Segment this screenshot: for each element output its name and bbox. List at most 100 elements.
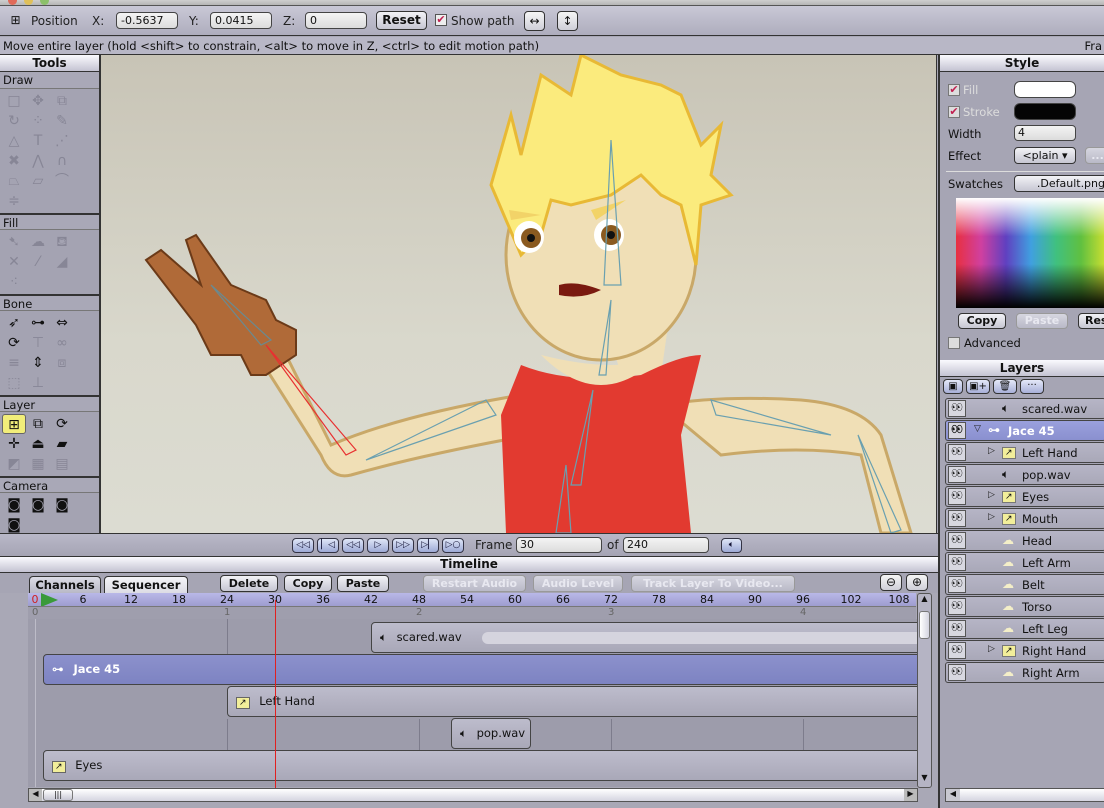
flip-vertical-button[interactable]: ↕ [557, 11, 578, 31]
create-shape-tool-icon[interactable]: ☁ [26, 232, 50, 252]
expand-triangle-icon[interactable]: ▷ [988, 512, 995, 522]
layer-row-pop-wav[interactable]: 👀︎ 🔈︎ pop.wav [945, 464, 1104, 485]
total-frames-input[interactable]: 240 [623, 537, 709, 553]
playhead[interactable] [275, 600, 276, 788]
layer-visibility-eye-icon[interactable]: 👀︎ [948, 598, 966, 615]
select-bone-tool-icon[interactable]: ➶ [2, 313, 26, 333]
layer-visibility-eye-icon[interactable]: 👀︎ [948, 576, 966, 593]
layer-row-mouth[interactable]: 👀︎ ▷ ↗ Mouth [945, 508, 1104, 529]
audio-toggle-button[interactable]: 🔈︎ [721, 538, 742, 553]
line-width-tool-icon[interactable]: ◢ [50, 252, 74, 272]
layer-visibility-eye-icon[interactable]: 👀︎ [948, 422, 966, 439]
flip-horizontal-button[interactable]: ↔ [524, 11, 545, 31]
scroll-down-arrow-icon[interactable]: ▼ [918, 773, 931, 785]
translate-layer-tool-icon[interactable]: ⊞ [2, 414, 26, 434]
shape-tool-icon[interactable]: △ [2, 131, 26, 151]
shear-layer-tool-icon[interactable]: ▰ [50, 434, 74, 454]
x-position-input[interactable]: -0.5637 [116, 12, 178, 29]
delete-button[interactable]: Delete [220, 575, 278, 592]
duplicate-layer-button[interactable]: ▣+ [966, 379, 990, 394]
expand-triangle-icon[interactable]: ▷ [988, 446, 995, 456]
particle-layer-tool-icon[interactable]: ▦ [26, 454, 50, 474]
rotate-points-tool-icon[interactable]: ↻ [2, 111, 26, 131]
timeline-vertical-scrollbar[interactable]: ▲ ▼ [917, 593, 932, 788]
expand-triangle-icon[interactable]: ▷ [988, 644, 995, 654]
roll-camera-tool-icon[interactable]: ◙ [50, 495, 74, 515]
rotate-layer-z-tool-icon[interactable]: ⟳ [50, 414, 74, 434]
paste-button[interactable]: Paste [337, 575, 389, 592]
audio-level-button[interactable]: Audio Level [533, 575, 623, 592]
style-copy-button[interactable]: Copy [958, 313, 1006, 329]
layer-row-belt[interactable]: 👀︎ ☁ Belt [945, 574, 1104, 595]
minimize-window-button[interactable] [24, 0, 33, 5]
timeline-zoom-out-button[interactable]: ⊖ [880, 574, 902, 591]
style-reset-button[interactable]: Res [1078, 313, 1104, 329]
y-position-input[interactable]: 0.0415 [210, 12, 272, 29]
track-camera-tool-icon[interactable]: ◙ [2, 495, 26, 515]
layer-row-jace-45[interactable]: 👀︎ ▽ ⊶ Jace 45 [945, 420, 1104, 441]
set-origin-tool-icon[interactable]: ✛ [2, 434, 26, 454]
stroke-checkbox[interactable]: ✔ [948, 106, 960, 118]
stroke-color-swatch[interactable] [1014, 103, 1076, 120]
bind-layer-tool-icon[interactable]: ⧈ [50, 353, 74, 373]
delete-edge-tool-icon[interactable]: ✖ [2, 151, 26, 171]
fast-forward-to-end-button[interactable]: ▷○ [442, 538, 464, 553]
layer-row-eyes[interactable]: 👀︎ ▷ ↗ Eyes [945, 486, 1104, 507]
pencil-tool-icon[interactable]: ✎ [50, 111, 74, 131]
play-button[interactable]: ▷ [367, 538, 389, 553]
magnet-tool-icon[interactable]: ∩ [50, 151, 74, 171]
pan-tilt-camera-tool-icon[interactable]: ◙ [2, 515, 26, 535]
perspective-tool-icon[interactable]: ⏢ [2, 171, 26, 191]
rotate-bone-tool-icon[interactable]: ⟳ [2, 333, 26, 353]
rotate-layer-xy-tool-icon[interactable]: ⏏ [26, 434, 50, 454]
scroll-up-arrow-icon[interactable]: ▲ [918, 594, 931, 608]
reparent-bone-tool-icon[interactable]: ∞ [50, 333, 74, 353]
bind-points-tool-icon[interactable]: ⬚ [2, 373, 26, 393]
layer-visibility-eye-icon[interactable]: 👀︎ [948, 554, 966, 571]
noise-tool-icon[interactable]: ⋀ [26, 151, 50, 171]
layer-settings-button[interactable]: ··· [1020, 379, 1044, 394]
hide-edge-fill-tool-icon[interactable]: ⁖ [2, 272, 26, 292]
scroll-left-arrow-icon[interactable]: ◀ [29, 789, 42, 801]
select-shape-tool-icon[interactable]: ➷ [2, 232, 26, 252]
hide-edge-tool-icon[interactable]: ≑ [2, 191, 26, 211]
layer-visibility-eye-icon[interactable]: 👀︎ [948, 532, 966, 549]
step-forward-button[interactable]: ▷▷ [392, 538, 414, 553]
layer-visibility-eye-icon[interactable]: 👀︎ [948, 400, 966, 417]
layer-row-left-arm[interactable]: 👀︎ ☁ Left Arm [945, 552, 1104, 573]
switch-layer-tool-icon[interactable]: ◩ [2, 454, 26, 474]
text-tool-icon[interactable]: T [26, 131, 50, 151]
drawing-canvas[interactable] [101, 55, 937, 533]
eyedropper-tool-icon[interactable]: ⁄ [26, 252, 50, 272]
layer-visibility-eye-icon[interactable]: 👀︎ [948, 488, 966, 505]
tab-channels[interactable]: Channels [29, 576, 101, 593]
fill-color-swatch[interactable] [1014, 81, 1076, 98]
translate-bone-tool-icon[interactable]: ⊶ [26, 313, 50, 333]
reset-button[interactable]: Reset [376, 11, 427, 30]
sequencer-track-scared-wav[interactable]: 🔈︎ scared.wav [371, 622, 918, 653]
layer-visibility-eye-icon[interactable]: 👀︎ [948, 466, 966, 483]
layer-visibility-eye-icon[interactable]: 👀︎ [948, 642, 966, 659]
tab-sequencer[interactable]: Sequencer [104, 576, 188, 593]
expand-triangle-icon[interactable]: ▷ [988, 490, 995, 500]
freehand-tool-icon[interactable]: ⁘ [26, 111, 50, 131]
new-layer-button[interactable]: ▣ [943, 379, 963, 394]
zoom-window-button[interactable] [40, 0, 49, 5]
layer-row-scared-wav[interactable]: 👀︎ 🔈︎ scared.wav [945, 398, 1104, 419]
bone-strength-tool-icon[interactable]: ≡ [2, 353, 26, 373]
collapse-triangle-icon[interactable]: ▽ [974, 424, 981, 434]
previous-keyframe-button[interactable]: ▏◁ [317, 538, 339, 553]
track-layer-to-video-button[interactable]: Track Layer To Video... [631, 575, 795, 592]
color-swatches-palette[interactable] [956, 198, 1104, 308]
sequencer-track-eyes[interactable]: ↗ Eyes [43, 750, 918, 781]
patch-layer-tool-icon[interactable]: ▤ [50, 454, 74, 474]
scroll-left-arrow-icon[interactable]: ◀ [946, 789, 960, 801]
scale-points-tool-icon[interactable]: ⧉ [50, 91, 74, 111]
vertical-scroll-thumb[interactable] [919, 611, 930, 639]
copy-button[interactable]: Copy [284, 575, 332, 592]
sequencer-track-left-hand[interactable]: ↗ Left Hand [227, 686, 918, 717]
sequencer-track-jace-45[interactable]: ⊶ Jace 45 [43, 654, 918, 685]
layer-row-head[interactable]: 👀︎ ☁ Head [945, 530, 1104, 551]
zoom-camera-tool-icon[interactable]: ◙ [26, 495, 50, 515]
layer-visibility-eye-icon[interactable]: 👀︎ [948, 510, 966, 527]
